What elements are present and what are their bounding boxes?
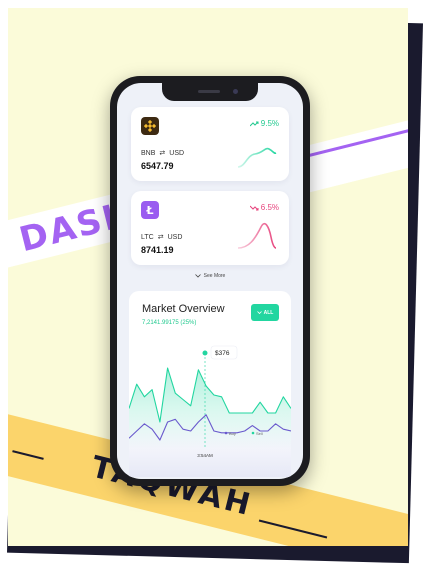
tooltip-value: $376 [215, 350, 230, 357]
coin-symbol: BNB [141, 149, 156, 157]
tooltip-dot [202, 350, 208, 356]
change-badge: 6.5% [249, 203, 279, 212]
coin-symbol: LTC [141, 233, 154, 241]
change-value: 9.5% [260, 119, 279, 128]
change-value: 6.5% [260, 203, 279, 212]
camera-icon [233, 89, 238, 94]
legend-buy-dot [224, 431, 228, 435]
time-label: 3:54AM [197, 453, 213, 458]
change-badge: 9.5% [249, 119, 279, 128]
chevron-down-icon [194, 274, 201, 278]
coin-price: 8741.19 [141, 245, 174, 255]
legend-sell-dot [251, 431, 255, 435]
swap-icon: ⇄ [159, 150, 166, 157]
market-overview-card: Market Overview 7,2141.99175 (25%) ALL $… [129, 291, 291, 477]
coin-card-ltc[interactable]: Ł 6.5% LTC ⇄ USD 8741.19 [131, 191, 289, 265]
sparkline-bnb [237, 147, 277, 168]
sparkline-ltc [237, 222, 277, 249]
quote-symbol: USD [167, 233, 183, 241]
binance-icon [141, 117, 159, 135]
phone-frame: 9.5% BNB ⇄ USD 6547.79 Ł 6.5% LTC ⇄ USD … [110, 76, 310, 486]
swap-icon: ⇄ [157, 234, 164, 241]
legend-buy: Buy [229, 431, 236, 436]
coin-card-bnb[interactable]: 9.5% BNB ⇄ USD 6547.79 [131, 107, 289, 181]
quote-symbol: USD [169, 149, 185, 157]
see-more-label: See More [203, 273, 226, 279]
pair-label: LTC ⇄ USD [141, 233, 183, 242]
legend-sell: Sell [256, 431, 263, 436]
sell-area [129, 368, 291, 449]
trend-up-icon [249, 121, 259, 126]
pair-label: BNB ⇄ USD [141, 149, 185, 158]
speaker-icon [198, 90, 220, 93]
phone-screen: 9.5% BNB ⇄ USD 6547.79 Ł 6.5% LTC ⇄ USD … [117, 83, 303, 479]
litecoin-icon: Ł [141, 201, 159, 219]
see-more-link[interactable]: See More [117, 273, 303, 279]
market-chart[interactable]: $376 Buy Sell 3:54AM [129, 291, 291, 477]
trend-down-icon [249, 205, 259, 210]
phone-notch [162, 83, 258, 101]
coin-price: 6547.79 [141, 161, 174, 171]
